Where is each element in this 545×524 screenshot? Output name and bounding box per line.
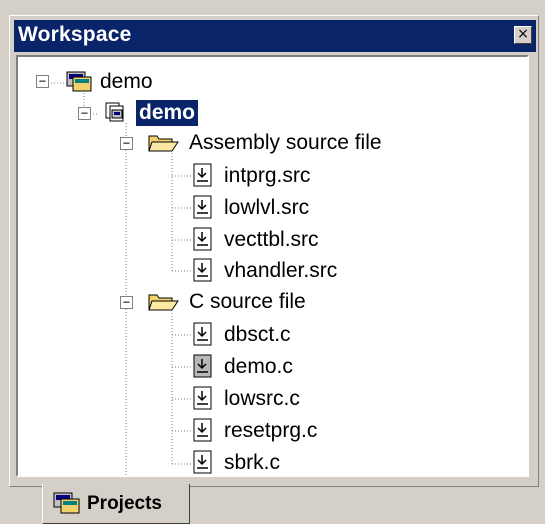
file-label[interactable]: lowlvl.src: [224, 195, 309, 221]
folder-open-icon: [148, 135, 179, 152]
folder-label[interactable]: C source file: [189, 289, 306, 315]
source-file-icon: [193, 195, 212, 219]
source-file-icon: [193, 322, 212, 346]
file-label[interactable]: vhandler.src: [224, 258, 337, 284]
file-label[interactable]: lowsrc.c: [224, 386, 300, 412]
collapse-toggle[interactable]: −: [120, 296, 133, 309]
project-tree[interactable]: − demo − demo − Assembly source file int…: [16, 55, 529, 477]
folder-open-icon: [148, 294, 179, 311]
project-label[interactable]: demo: [136, 100, 199, 126]
file-label[interactable]: sbrk.c: [224, 450, 280, 475]
collapse-toggle[interactable]: −: [36, 75, 49, 88]
file-label[interactable]: dbsct.c: [224, 322, 291, 348]
file-label[interactable]: demo.c: [224, 354, 293, 380]
source-file-icon: [193, 386, 212, 410]
title-bar[interactable]: Workspace ×: [14, 20, 536, 52]
source-file-icon: [193, 418, 212, 442]
tab-label: Projects: [87, 493, 162, 514]
collapse-toggle[interactable]: −: [120, 137, 133, 150]
window-title: Workspace: [18, 23, 132, 46]
workspace-panel: Workspace × − demo − demo − Assembly sou…: [0, 0, 545, 524]
tab-projects[interactable]: Projects: [42, 484, 190, 524]
source-file-icon-active: [193, 354, 212, 378]
source-file-icon: [193, 227, 212, 251]
workspace-root-label[interactable]: demo: [100, 69, 153, 95]
workspace-icon: [53, 492, 80, 514]
source-file-icon: [193, 450, 212, 474]
collapse-toggle[interactable]: −: [78, 107, 91, 120]
folder-label[interactable]: Assembly source file: [189, 130, 382, 156]
source-file-icon: [193, 258, 212, 282]
workspace-icon: [66, 71, 92, 92]
project-icon: [105, 102, 124, 122]
source-file-icon: [193, 163, 212, 187]
close-button[interactable]: ×: [514, 26, 532, 44]
file-label[interactable]: vecttbl.src: [224, 227, 319, 253]
file-label[interactable]: intprg.src: [224, 163, 310, 189]
file-label[interactable]: resetprg.c: [224, 418, 317, 444]
